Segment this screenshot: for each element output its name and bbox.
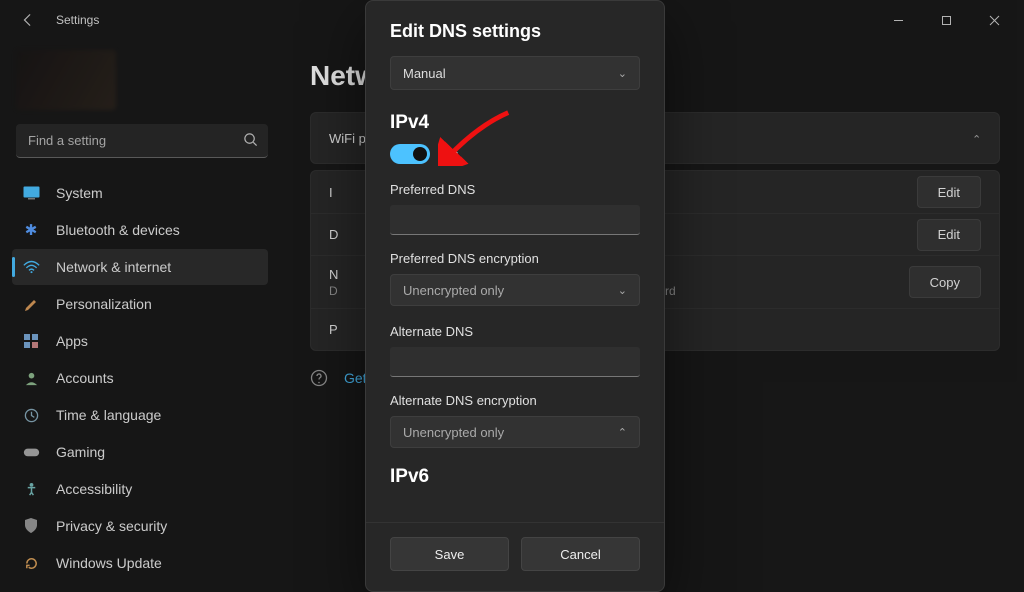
- alternate-dns-input[interactable]: [390, 347, 640, 377]
- ipv4-toggle-label: On: [440, 146, 459, 162]
- settings-window: Settings System ✱: [0, 0, 1024, 592]
- dialog-title: Edit DNS settings: [366, 1, 664, 56]
- save-button[interactable]: Save: [390, 537, 509, 571]
- alternate-dns-label: Alternate DNS: [390, 324, 640, 339]
- chevron-down-icon: ⌄: [618, 284, 627, 297]
- preferred-dns-input[interactable]: [390, 205, 640, 235]
- ipv4-heading: IPv4: [390, 112, 640, 134]
- ipv6-heading: IPv6: [390, 466, 640, 488]
- chevron-down-icon: ⌃: [618, 426, 627, 439]
- cancel-button[interactable]: Cancel: [521, 537, 640, 571]
- preferred-dns-label: Preferred DNS: [390, 182, 640, 197]
- preferred-dns-enc-label: Preferred DNS encryption: [390, 251, 640, 266]
- alternate-dns-enc-select[interactable]: Unencrypted only ⌃: [390, 416, 640, 448]
- ipv4-toggle[interactable]: [390, 144, 430, 164]
- chevron-down-icon: ⌄: [618, 67, 627, 80]
- dns-mode-select[interactable]: Manual ⌄: [390, 56, 640, 90]
- dns-settings-dialog: Edit DNS settings Manual ⌄ IPv4 On Prefe…: [365, 0, 665, 592]
- preferred-dns-enc-select[interactable]: Unencrypted only ⌄: [390, 274, 640, 306]
- alternate-dns-enc-label: Alternate DNS encryption: [390, 393, 640, 408]
